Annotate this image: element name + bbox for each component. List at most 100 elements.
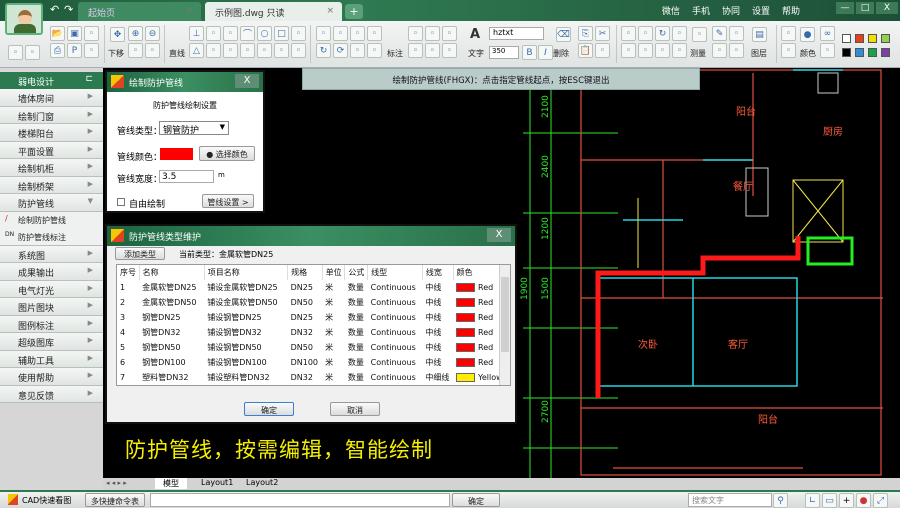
column-header[interactable]: 单位 bbox=[322, 265, 346, 280]
sidebar-subitem-draw-pipe[interactable]: / 绘制防护管线 bbox=[0, 211, 103, 229]
triangle-icon[interactable]: △ bbox=[189, 43, 204, 58]
tab-start-page[interactable]: 起始页 × bbox=[78, 2, 201, 21]
color-swatch[interactable] bbox=[842, 48, 851, 57]
paste-icon[interactable]: 📋 bbox=[578, 43, 593, 58]
sidebar-item[interactable]: 墙体房间 ▶ bbox=[0, 89, 103, 107]
font-select[interactable]: hztxt bbox=[489, 27, 544, 40]
mobile-link[interactable]: 手机 bbox=[692, 4, 710, 17]
arc-icon[interactable]: ⌒ bbox=[240, 26, 255, 41]
dim-base-icon[interactable]: ◦ bbox=[442, 43, 457, 58]
table-row[interactable]: 5 钢管DN50 铺设钢管DN50 DN50 米 数量 Continuous 中线 Red bbox=[117, 340, 510, 355]
select-color-button[interactable]: ● 选择颜色 bbox=[199, 146, 255, 161]
pdf-icon[interactable]: P bbox=[67, 43, 82, 58]
trim-icon[interactable]: ◦ bbox=[367, 26, 382, 41]
spline-icon[interactable]: ◦ bbox=[223, 26, 238, 41]
maximize-button[interactable]: □ bbox=[856, 2, 874, 14]
tab-layout2[interactable]: Layout2 bbox=[243, 478, 281, 487]
tab-model[interactable]: 模型 bbox=[155, 478, 187, 489]
command-input[interactable] bbox=[150, 493, 450, 507]
wechat-link[interactable]: 微信 bbox=[662, 4, 680, 17]
column-header[interactable]: 序号 bbox=[117, 265, 140, 280]
layout-nav-arrows[interactable]: ◂ ◂ ▸ ▸ bbox=[106, 479, 127, 487]
measure-icon[interactable]: ◦ bbox=[692, 27, 707, 42]
layer-icon[interactable]: ▤ bbox=[752, 27, 767, 42]
sidebar-item[interactable]: 电气灯光 ▶ bbox=[0, 280, 103, 298]
brush-icon[interactable]: ◦ bbox=[595, 43, 610, 58]
open-icon[interactable]: 📂 bbox=[50, 26, 65, 41]
collab-link[interactable]: 协同 bbox=[722, 4, 740, 17]
sidebar-item[interactable]: 防护管线 ▼ bbox=[0, 194, 103, 212]
fill-icon[interactable]: ◦ bbox=[367, 43, 382, 58]
zoom-all-icon[interactable]: ◦ bbox=[145, 43, 160, 58]
polygon-icon[interactable]: ◦ bbox=[206, 43, 221, 58]
zoom-out-icon[interactable]: ⊖ bbox=[145, 26, 160, 41]
minimize-button[interactable]: — bbox=[836, 2, 854, 14]
ellipse-icon[interactable]: ◦ bbox=[291, 26, 306, 41]
upload-icon[interactable]: ◦ bbox=[25, 45, 40, 60]
column-header[interactable]: 名称 bbox=[139, 265, 205, 280]
dim-angle-icon[interactable]: ◦ bbox=[425, 26, 440, 41]
add-type-button[interactable]: 添加类型 bbox=[115, 247, 165, 260]
corner-icon[interactable]: ◦ bbox=[638, 26, 653, 41]
color-swatch[interactable] bbox=[842, 34, 851, 43]
cloud-icon[interactable]: ◦ bbox=[672, 26, 687, 41]
text-icon[interactable]: A bbox=[470, 27, 480, 42]
pin-icon[interactable]: ⊏ bbox=[85, 74, 93, 84]
ortho-icon[interactable]: ∟ bbox=[805, 493, 820, 508]
rotate-cw-icon[interactable]: ↻ bbox=[316, 43, 331, 58]
ok-button[interactable]: 确定 bbox=[244, 402, 294, 416]
stretch-icon[interactable]: ◦ bbox=[638, 43, 653, 58]
color-swatch[interactable] bbox=[855, 34, 864, 43]
back-icon[interactable]: ◦ bbox=[8, 45, 23, 60]
sidebar-item[interactable]: 图例标注 ▶ bbox=[0, 315, 103, 333]
column-header[interactable]: 线型 bbox=[367, 265, 423, 280]
color-swatch[interactable] bbox=[868, 34, 877, 43]
circle-icon[interactable]: ○ bbox=[257, 26, 272, 41]
sidebar-subitem-pipe-label[interactable]: DN 防护管线标注 bbox=[0, 228, 103, 246]
redo-icon[interactable]: ↷ bbox=[64, 3, 73, 16]
sidebar-item[interactable]: 辅助工具 ▶ bbox=[0, 350, 103, 368]
zoom-window-icon[interactable]: ◦ bbox=[128, 43, 143, 58]
color-swatch[interactable] bbox=[855, 48, 864, 57]
save-icon[interactable]: ▣ bbox=[67, 26, 82, 41]
lineweight-icon[interactable]: ◦ bbox=[781, 26, 796, 41]
bold-button[interactable]: B bbox=[522, 45, 537, 60]
tab-drawing[interactable]: 示例图.dwg 只读 × bbox=[205, 2, 342, 21]
settings-link[interactable]: 设置 bbox=[752, 4, 770, 17]
color-wheel-icon[interactable]: ● bbox=[800, 27, 815, 42]
search-icon[interactable]: ⚲ bbox=[773, 493, 788, 508]
close-button[interactable]: X bbox=[235, 74, 259, 88]
pipe-settings-button[interactable]: 管线设置 > bbox=[202, 194, 254, 208]
resize-icon[interactable]: ◦ bbox=[291, 43, 306, 58]
search-text-input[interactable]: 搜索文字 bbox=[688, 493, 772, 507]
column-header[interactable]: 规格 bbox=[287, 265, 323, 280]
column-header[interactable]: 项目名称 bbox=[204, 265, 289, 280]
pipe-width-input[interactable]: 3.5 bbox=[159, 170, 214, 183]
cut-icon[interactable]: ✂ bbox=[595, 26, 610, 41]
help-link[interactable]: 帮助 bbox=[782, 4, 800, 17]
parallel-icon[interactable]: ◦ bbox=[316, 26, 331, 41]
crosshair-icon[interactable]: + bbox=[839, 493, 854, 508]
sidebar-item[interactable]: 楼梯阳台 ▶ bbox=[0, 124, 103, 142]
undo-icon[interactable]: ↶ bbox=[50, 3, 59, 16]
unlink-icon[interactable]: ◦ bbox=[820, 43, 835, 58]
table-row[interactable]: 3 钢管DN25 铺设钢管DN25 DN25 米 数量 Continuous 中线 Red bbox=[117, 310, 510, 325]
sidebar-item[interactable]: 绘制桥架 ▶ bbox=[0, 176, 103, 194]
dim-aligned-icon[interactable]: ◦ bbox=[408, 43, 423, 58]
trapezoid-icon[interactable]: ◦ bbox=[223, 43, 238, 58]
shape-icon[interactable]: ◦ bbox=[257, 43, 272, 58]
curve-icon[interactable]: ◦ bbox=[240, 43, 255, 58]
column-header[interactable]: 线宽 bbox=[422, 265, 454, 280]
shortcut-list-button[interactable]: 多快捷命令表 bbox=[85, 493, 145, 507]
color-swatch[interactable] bbox=[881, 34, 890, 43]
mirror-icon[interactable]: ◦ bbox=[655, 43, 670, 58]
eraser-icon[interactable]: ⌫ bbox=[556, 27, 571, 42]
scrollbar[interactable] bbox=[499, 265, 510, 385]
arc-point-icon[interactable]: ◦ bbox=[206, 26, 221, 41]
sidebar-item[interactable]: 系统图 ▶ bbox=[0, 245, 103, 263]
color-wheel-icon[interactable]: ● bbox=[856, 493, 871, 508]
move-icon[interactable]: ✥ bbox=[110, 27, 125, 42]
dim-arc-icon[interactable]: ◦ bbox=[442, 26, 457, 41]
sidebar-item[interactable]: 超级图库 ▶ bbox=[0, 333, 103, 351]
dim-linear-icon[interactable]: ◦ bbox=[408, 26, 423, 41]
